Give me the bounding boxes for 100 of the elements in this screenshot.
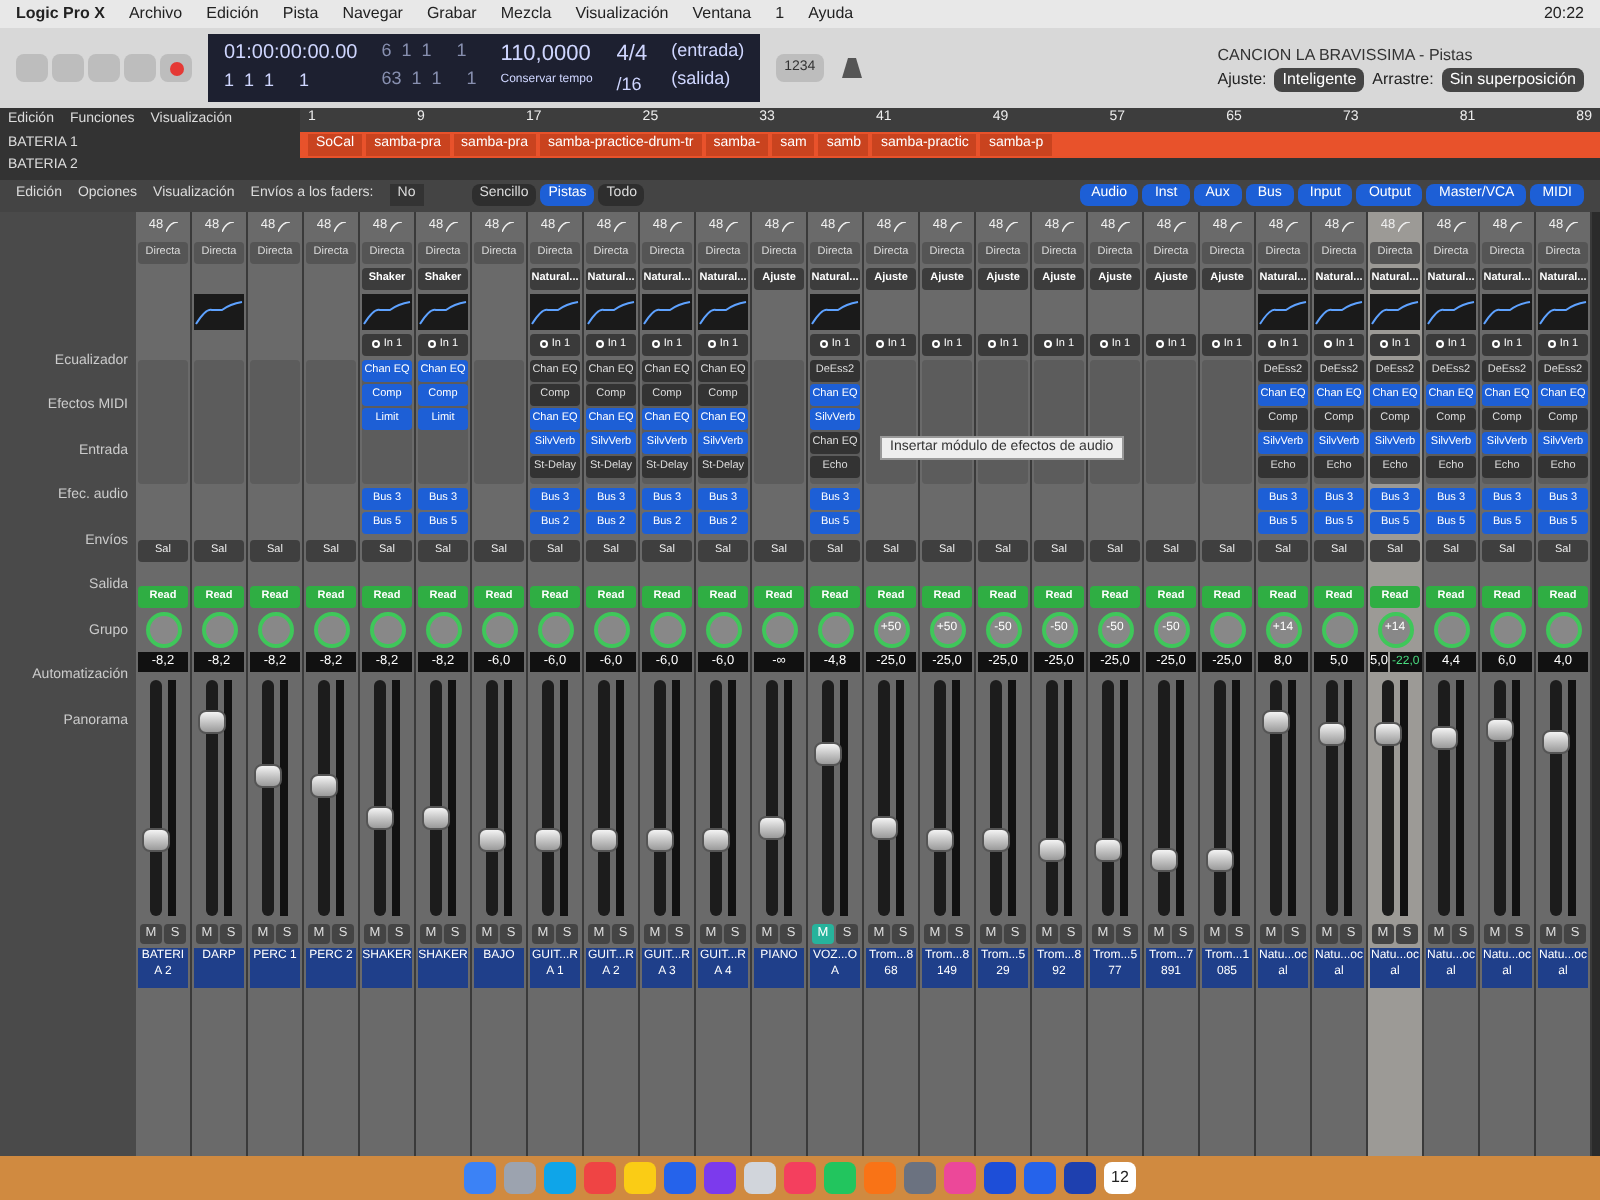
filter-curve-icon bbox=[893, 221, 906, 231]
eq-curve-thumbnail[interactable] bbox=[586, 293, 636, 329]
eq-curve-thumbnail[interactable] bbox=[698, 293, 748, 329]
fader-handle[interactable] bbox=[534, 827, 562, 852]
fader-handle[interactable] bbox=[1262, 710, 1290, 735]
filter-curve-icon bbox=[445, 221, 458, 231]
lcd-time: 01:00:00:00.00 bbox=[224, 40, 358, 68]
fader-handle[interactable] bbox=[254, 763, 282, 788]
fader-handle[interactable] bbox=[814, 742, 842, 767]
filter-curve-icon bbox=[1061, 221, 1074, 231]
fader-handle[interactable] bbox=[478, 827, 506, 852]
drag-label: Arrastre: bbox=[1372, 68, 1434, 92]
eq-curve-thumbnail[interactable] bbox=[642, 293, 692, 329]
filter-curve-icon bbox=[389, 221, 402, 231]
insert-slots-panel bbox=[1202, 359, 1252, 483]
menu-item[interactable]: Visualización bbox=[575, 2, 669, 26]
eq-curve-thumbnail[interactable] bbox=[1482, 293, 1532, 329]
fader-handle[interactable] bbox=[1038, 838, 1066, 862]
insert-slots-panel bbox=[754, 359, 804, 483]
insert-slots-panel bbox=[474, 359, 524, 483]
fader-handle[interactable] bbox=[758, 816, 786, 841]
lcd-output-label: (salida) bbox=[671, 65, 733, 92]
filter-curve-icon bbox=[277, 221, 290, 231]
lcd-division: /16 bbox=[616, 71, 644, 97]
menu-item[interactable]: Mezcla bbox=[500, 2, 552, 26]
metronome-icon[interactable] bbox=[839, 56, 864, 80]
filter-curve-icon bbox=[1229, 221, 1242, 231]
fader-handle[interactable] bbox=[198, 710, 226, 735]
fader-handle[interactable] bbox=[702, 827, 730, 852]
fader-handle[interactable] bbox=[1430, 725, 1458, 750]
lcd-tempo: 110,0000 bbox=[500, 40, 593, 70]
eq-curve-thumbnail[interactable] bbox=[810, 293, 860, 329]
fader-handle[interactable] bbox=[1094, 838, 1122, 862]
calendar-app-icon[interactable]: 12 bbox=[1104, 1162, 1136, 1194]
insert-slots-panel bbox=[306, 359, 356, 483]
lcd-bars: 1 1 1 1 bbox=[224, 68, 358, 95]
filter-curve-icon bbox=[1117, 221, 1130, 231]
menu-item[interactable]: Pista bbox=[282, 2, 319, 26]
fader-handle[interactable] bbox=[366, 806, 394, 831]
fader-handle[interactable] bbox=[1318, 721, 1346, 746]
filter-curve-icon bbox=[1397, 221, 1410, 231]
menu-item[interactable]: 1 bbox=[775, 2, 785, 26]
filter-curve-icon bbox=[1005, 221, 1018, 231]
snap-dropdown[interactable]: Inteligente bbox=[1274, 68, 1365, 92]
fader-handle[interactable] bbox=[1150, 848, 1178, 873]
eq-curve-thumbnail[interactable] bbox=[194, 293, 244, 329]
fader-handle[interactable] bbox=[590, 827, 618, 852]
dock-app-icon[interactable] bbox=[1064, 1162, 1096, 1194]
menu-item[interactable]: Ayuda bbox=[808, 2, 854, 26]
filter-curve-icon bbox=[725, 221, 738, 231]
filter-curve-icon bbox=[1285, 221, 1298, 231]
insert-slots-panel bbox=[250, 359, 300, 483]
snap-label: Ajuste: bbox=[1217, 68, 1267, 92]
filter-curve-icon bbox=[613, 221, 626, 231]
fader-handle[interactable] bbox=[142, 827, 170, 852]
menu-item[interactable]: Edición bbox=[206, 2, 259, 26]
insert-slots-panel bbox=[1146, 359, 1196, 483]
fader-handle[interactable] bbox=[926, 827, 954, 852]
fader-handle[interactable] bbox=[1486, 717, 1514, 742]
filter-curve-icon bbox=[1341, 221, 1354, 231]
menu-item[interactable]: Logic Pro X bbox=[16, 2, 105, 26]
eq-curve-thumbnail[interactable] bbox=[1314, 293, 1364, 329]
menu-item[interactable]: Archivo bbox=[128, 2, 183, 26]
menu-item[interactable]: Grabar bbox=[426, 2, 477, 26]
drag-dropdown[interactable]: Sin superposición bbox=[1441, 68, 1584, 92]
fader-handle[interactable] bbox=[646, 827, 674, 852]
filter-curve-icon bbox=[781, 221, 794, 231]
fader-handle[interactable] bbox=[422, 806, 450, 831]
filter-curve-icon bbox=[1509, 221, 1522, 231]
menu-clock: 20:22 bbox=[1543, 2, 1584, 26]
window-title: CANCION LA BRAVISSIMA - Pistas bbox=[1217, 44, 1475, 68]
filter-curve-icon bbox=[1565, 221, 1578, 231]
fader-handle[interactable] bbox=[982, 827, 1010, 852]
lcd-signature: 4/4 bbox=[616, 40, 648, 70]
filter-curve-icon bbox=[221, 221, 234, 231]
eq-curve-thumbnail[interactable] bbox=[418, 293, 468, 329]
filter-curve-icon bbox=[165, 221, 178, 231]
eq-curve-thumbnail[interactable] bbox=[1258, 293, 1308, 329]
filter-curve-icon bbox=[1453, 221, 1466, 231]
eq-curve-thumbnail[interactable] bbox=[1538, 293, 1588, 329]
filter-curve-icon bbox=[837, 221, 850, 231]
insert-slots-panel bbox=[138, 359, 188, 483]
filter-curve-icon bbox=[557, 221, 570, 231]
fader-handle[interactable] bbox=[1374, 721, 1402, 746]
eq-curve-thumbnail[interactable] bbox=[1370, 293, 1420, 329]
fader-handle[interactable] bbox=[1206, 848, 1234, 873]
eq-curve-thumbnail[interactable] bbox=[530, 293, 580, 329]
fader-handle[interactable] bbox=[870, 816, 898, 841]
menu-item[interactable]: Navegar bbox=[342, 2, 403, 26]
lcd-position: 6 1 1 1 bbox=[381, 38, 469, 64]
menu-item[interactable]: Ventana bbox=[692, 2, 752, 26]
lcd-length: 63 1 1 1 bbox=[381, 65, 477, 91]
eq-curve-thumbnail[interactable] bbox=[362, 293, 412, 329]
insert-slots-panel bbox=[194, 359, 244, 483]
record-button[interactable] bbox=[160, 54, 192, 82]
fader-handle[interactable] bbox=[1542, 729, 1570, 754]
eq-curve-thumbnail[interactable] bbox=[1426, 293, 1476, 329]
filter-curve-icon bbox=[1173, 221, 1186, 231]
fader-handle[interactable] bbox=[310, 774, 338, 799]
filter-curve-icon bbox=[333, 221, 346, 231]
